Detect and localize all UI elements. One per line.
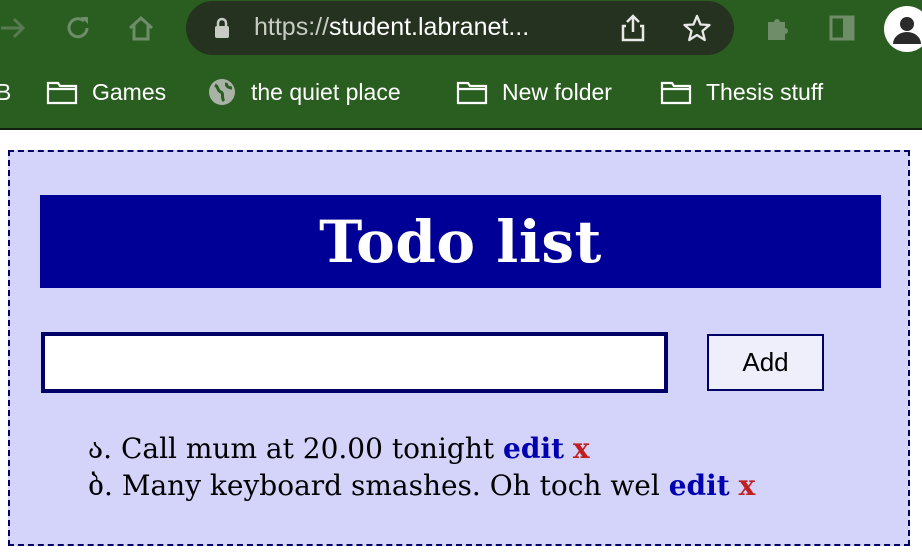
todo-text: Call mum at 20.00 tonight: [120, 432, 495, 465]
extensions-icon[interactable]: [760, 10, 796, 46]
folder-icon: [660, 79, 692, 105]
profile-avatar[interactable]: [884, 6, 922, 52]
todo-app: Todo list Add ა. Call mum at 20.00 tonig…: [8, 150, 910, 546]
list-item: ა. Call mum at 20.00 tonight edit x: [88, 432, 755, 469]
lock-icon[interactable]: [212, 16, 232, 45]
bookmark-label: New folder: [502, 78, 612, 105]
todo-list: ა. Call mum at 20.00 tonight edit x ბ. M…: [88, 432, 755, 506]
person-icon: [893, 17, 921, 44]
bookmark-new-folder[interactable]: New folder: [456, 74, 612, 110]
title-banner: Todo list: [40, 195, 881, 288]
delete-link[interactable]: x: [573, 432, 590, 465]
bookmark-label: the quiet place: [251, 78, 401, 105]
folder-icon: [46, 79, 78, 105]
list-marker: ა.: [88, 432, 113, 465]
home-icon[interactable]: [123, 10, 159, 46]
page-title: Todo list: [319, 207, 602, 276]
bookmark-label: Games: [92, 78, 167, 105]
side-panel-icon[interactable]: [824, 10, 860, 46]
url-text[interactable]: https://student.labranet...: [254, 13, 529, 42]
todo-text: Many keyboard smashes. Oh toch wel: [121, 469, 660, 502]
bookmark-label: B: [0, 78, 12, 105]
bookmark-thesis-stuff[interactable]: Thesis stuff: [660, 74, 823, 110]
list-item: ბ. Many keyboard smashes. Oh toch wel ed…: [88, 469, 755, 506]
add-button[interactable]: Add: [707, 334, 824, 391]
bookmark-label: Thesis stuff: [706, 78, 824, 105]
bookmarks-bar: B Games the quiet place New folder Thesi…: [0, 60, 922, 130]
todo-input[interactable]: [41, 332, 668, 393]
list-marker: ბ.: [88, 469, 113, 502]
address-bar[interactable]: https://student.labranet...: [186, 1, 734, 55]
bookmark-games[interactable]: Games: [46, 74, 166, 110]
reload-icon[interactable]: [60, 10, 96, 46]
share-icon[interactable]: [620, 13, 646, 48]
bookmark-b[interactable]: B: [0, 74, 11, 110]
forward-icon[interactable]: [0, 10, 32, 46]
bookmark-star-icon[interactable]: [682, 13, 712, 48]
edit-link[interactable]: edit: [503, 432, 564, 465]
browser-toolbar: https://student.labranet...: [0, 0, 922, 60]
bookmark-quiet-place[interactable]: the quiet place: [207, 74, 401, 110]
folder-icon: [456, 79, 488, 105]
globe-icon: [207, 77, 237, 107]
delete-link[interactable]: x: [739, 469, 756, 502]
edit-link[interactable]: edit: [669, 469, 730, 502]
